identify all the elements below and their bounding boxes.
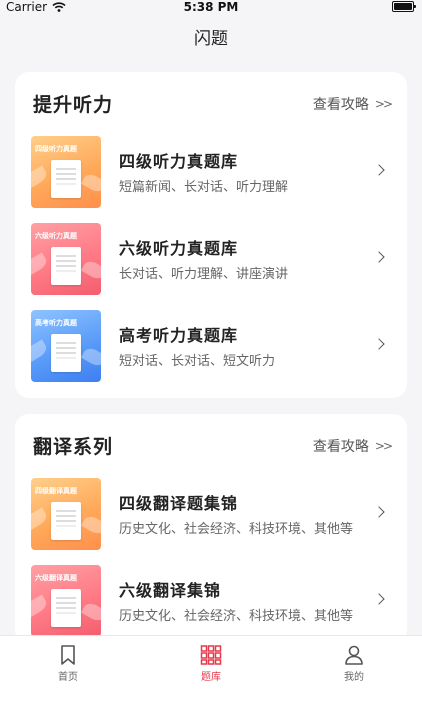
bookmark-icon (61, 645, 75, 665)
view-guide-link[interactable]: 查看攻略 >> (312, 436, 393, 456)
item-subtitle: 历史文化、社会经济、科技环境、其他等 (119, 609, 354, 624)
tab-label: 题库 (201, 672, 221, 683)
document-icon (51, 334, 81, 372)
item-subtitle: 历史文化、社会经济、科技环境、其他等 (119, 522, 354, 537)
chevron-right-icon (373, 593, 385, 605)
item-title: 六级翻译集锦 (119, 581, 222, 600)
list-item-cet4-translation[interactable]: 四级翻译真题 四级翻译题集锦 历史文化、社会经济、科技环境、其他等 (31, 478, 391, 552)
status-bar: Carrier 5:38 PM (0, 0, 422, 14)
item-title: 四级听力真题库 (119, 152, 239, 171)
view-guide-label: 查看攻略 (312, 97, 369, 113)
section-title: 翻译系列 (33, 436, 114, 458)
thumbnail-image: 高考听力真题 (31, 310, 101, 382)
status-time: 5:38 PM (183, 0, 239, 14)
thumbnail-label: 高考听力真题 (35, 319, 77, 327)
person-icon (345, 645, 363, 665)
document-icon (51, 502, 81, 540)
section-card-translation: 翻译系列 查看攻略 >> 四级翻译真题 四级翻译题集锦 历史文化、社会经济、科技… (15, 414, 407, 644)
list-item-gaokao-listening[interactable]: 高考听力真题 高考听力真题库 短对话、长对话、短文听力 (31, 310, 391, 384)
view-guide-label: 查看攻略 (312, 439, 369, 455)
item-subtitle: 短篇新闻、长对话、听力理解 (119, 180, 289, 195)
thumbnail-image: 六级听力真题 (31, 223, 101, 295)
thumbnail-label: 四级听力真题 (35, 145, 77, 153)
section-header: 提升听力 查看攻略 >> (33, 90, 393, 118)
thumbnail-label: 六级听力真题 (35, 232, 77, 240)
list-item-cet4-listening[interactable]: 四级听力真题 四级听力真题库 短篇新闻、长对话、听力理解 (31, 136, 391, 210)
item-title: 高考听力真题库 (119, 326, 239, 345)
thumbnail-image: 六级翻译真题 (31, 565, 101, 637)
section-header: 翻译系列 查看攻略 >> (33, 432, 393, 460)
item-subtitle: 短对话、长对话、短文听力 (119, 354, 276, 369)
thumbnail-label: 四级翻译真题 (35, 487, 77, 495)
tab-home[interactable]: 首页 (28, 644, 108, 683)
double-chevron-icon: >> (374, 439, 393, 453)
chevron-right-icon (373, 338, 385, 350)
battery-icon (392, 1, 416, 12)
section-title: 提升听力 (33, 94, 114, 116)
chevron-right-icon (373, 164, 385, 176)
thumbnail-image: 四级听力真题 (31, 136, 101, 208)
list-item-cet6-listening[interactable]: 六级听力真题 六级听力真题库 长对话、听力理解、讲座演讲 (31, 223, 391, 297)
tab-bar: 首页 题库 我的 (0, 635, 422, 705)
tab-profile[interactable]: 我的 (314, 644, 394, 683)
item-subtitle: 长对话、听力理解、讲座演讲 (119, 267, 289, 282)
page-title: 闪题 (194, 29, 228, 49)
tab-label: 首页 (58, 672, 78, 683)
thumbnail-label: 六级翻译真题 (35, 574, 77, 582)
tab-label: 我的 (344, 672, 364, 683)
document-icon (51, 589, 81, 627)
double-chevron-icon: >> (374, 97, 393, 111)
document-icon (51, 247, 81, 285)
item-title: 六级听力真题库 (119, 239, 239, 258)
chevron-right-icon (373, 506, 385, 518)
view-guide-link[interactable]: 查看攻略 >> (312, 94, 393, 114)
item-title: 四级翻译题集锦 (119, 494, 239, 513)
tab-question-bank[interactable]: 题库 (171, 644, 251, 683)
grid-icon (200, 645, 222, 665)
section-card-listening: 提升听力 查看攻略 >> 四级听力真题 四级听力真题库 短篇新闻、长对话、听力理… (15, 72, 407, 398)
thumbnail-image: 四级翻译真题 (31, 478, 101, 550)
list-item-cet6-translation[interactable]: 六级翻译真题 六级翻译集锦 历史文化、社会经济、科技环境、其他等 (31, 565, 391, 639)
document-icon (51, 160, 81, 198)
chevron-right-icon (373, 251, 385, 263)
